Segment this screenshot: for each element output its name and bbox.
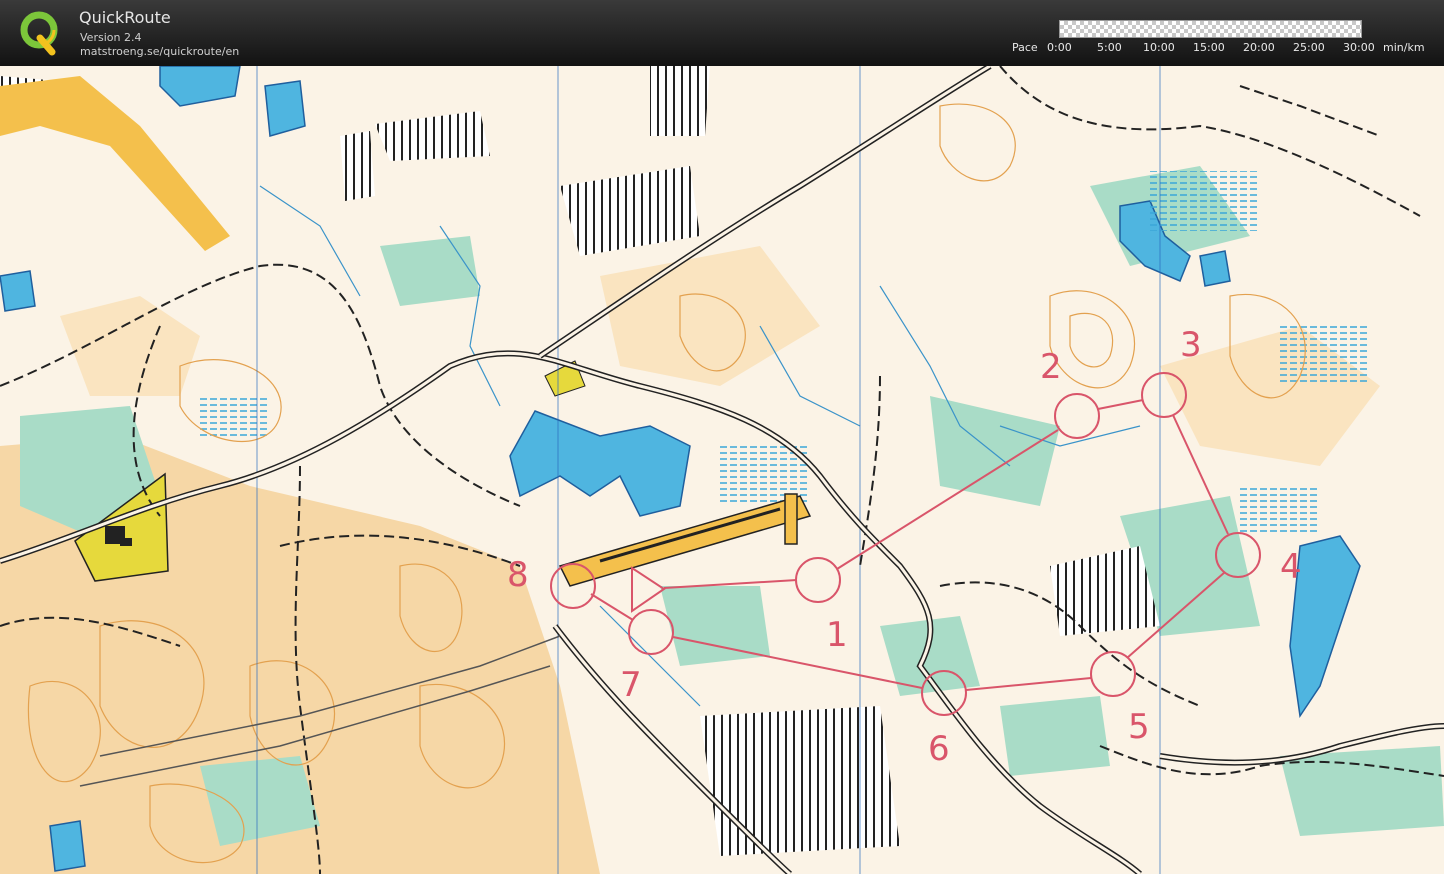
control-circle-1 [795, 557, 841, 603]
app-header: QuickRoute Version 2.4 matstroeng.se/qui… [0, 0, 1444, 66]
course-leg [965, 677, 1092, 691]
pace-tick: 15:00 [1193, 41, 1225, 54]
pace-tick: 25:00 [1293, 41, 1325, 54]
control-circle-5 [1090, 651, 1136, 697]
pace-color-bar [1059, 20, 1362, 38]
pace-tick: 10:00 [1143, 41, 1175, 54]
pace-tick: 20:00 [1243, 41, 1275, 54]
course-leg [1097, 399, 1144, 410]
control-number-8: 8 [507, 555, 529, 595]
control-number-3: 3 [1180, 325, 1202, 365]
app-version: Version 2.4 [80, 31, 142, 44]
control-circle-2 [1054, 393, 1100, 439]
orienteering-map[interactable]: 1 2 3 4 5 6 7 8 [0, 66, 1444, 874]
quickroute-logo [20, 11, 58, 56]
pace-tick: 30:00 [1343, 41, 1375, 54]
map-canvas[interactable]: 1 2 3 4 5 6 7 8 [0, 66, 1444, 874]
app-url[interactable]: matstroeng.se/quickroute/en [80, 45, 239, 58]
control-number-1: 1 [826, 615, 848, 655]
pace-unit: min/km [1383, 41, 1425, 54]
course-leg [590, 593, 634, 621]
control-circle-7 [628, 609, 674, 655]
control-number-7: 7 [620, 665, 642, 705]
control-number-6: 6 [928, 729, 950, 769]
app-name: QuickRoute [79, 8, 171, 27]
pace-label: Pace [1012, 41, 1038, 54]
pace-tick: 5:00 [1097, 41, 1122, 54]
pace-tick: 0:00 [1047, 41, 1072, 54]
runway [558, 493, 812, 587]
control-number-2: 2 [1040, 347, 1062, 387]
control-number-5: 5 [1128, 707, 1150, 747]
start-triangle [631, 566, 666, 613]
control-number-4: 4 [1280, 547, 1302, 587]
